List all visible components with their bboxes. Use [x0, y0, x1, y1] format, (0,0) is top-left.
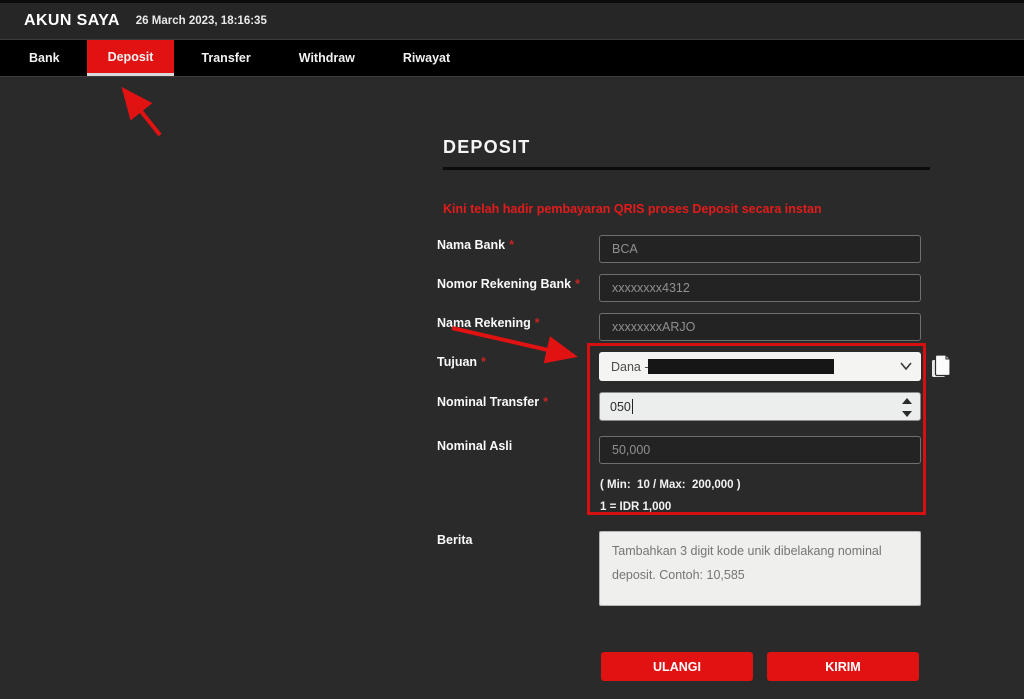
nomor-rekening-label: Nomor Rekening Bank* — [437, 277, 580, 291]
required-mark: * — [543, 395, 548, 409]
nominal-transfer-value: 050 — [610, 400, 631, 414]
main-nav: Bank Deposit Transfer Withdraw Riwayat — [0, 40, 1024, 77]
datetime-display: 26 March 2023, 18:16:35 — [136, 15, 267, 27]
text-cursor — [632, 399, 633, 414]
copy-icon[interactable] — [929, 352, 953, 382]
nomor-rekening-input[interactable] — [599, 274, 921, 302]
nominal-asli-label: Nominal Asli — [437, 439, 512, 453]
tab-withdraw[interactable]: Withdraw — [278, 40, 376, 76]
required-mark: * — [481, 355, 486, 369]
number-stepper[interactable] — [901, 398, 913, 417]
tujuan-select[interactable]: Dana - — [599, 352, 921, 381]
stepper-down-icon[interactable] — [902, 411, 912, 417]
min-max-hint: ( Min: 10 / Max: 200,000 ) — [600, 479, 741, 491]
heading-underline — [443, 167, 930, 170]
nama-rekening-input[interactable] — [599, 313, 921, 341]
chevron-down-icon — [899, 359, 913, 373]
page-title: AKUN SAYA — [24, 12, 120, 30]
stepper-up-icon[interactable] — [902, 398, 912, 404]
tab-deposit[interactable]: Deposit — [87, 40, 175, 76]
rate-hint: 1 = IDR 1,000 — [600, 501, 671, 513]
nominal-transfer-label: Nominal Transfer* — [437, 395, 548, 409]
required-mark: * — [509, 238, 514, 252]
top-bar: AKUN SAYA 26 March 2023, 18:16:35 — [0, 0, 1024, 40]
required-mark: * — [535, 316, 540, 330]
deposit-heading: DEPOSIT — [443, 137, 530, 158]
ulangi-button[interactable]: ULANGI — [601, 652, 753, 681]
nominal-asli-input[interactable] — [599, 436, 921, 464]
tab-bank[interactable]: Bank — [8, 40, 81, 76]
tab-transfer[interactable]: Transfer — [180, 40, 271, 76]
nama-bank-input[interactable] — [599, 235, 921, 263]
nama-bank-label: Nama Bank* — [437, 238, 514, 252]
tujuan-label: Tujuan* — [437, 355, 486, 369]
tab-riwayat[interactable]: Riwayat — [382, 40, 471, 76]
berita-textarea[interactable] — [599, 531, 921, 606]
nama-rekening-label: Nama Rekening* — [437, 316, 540, 330]
kirim-button[interactable]: KIRIM — [767, 652, 919, 681]
qris-notice: Kini telah hadir pembayaran QRIS proses … — [443, 202, 822, 216]
tujuan-selected-value: Dana - — [611, 360, 649, 374]
required-mark: * — [575, 277, 580, 291]
nominal-transfer-input[interactable]: 050 — [599, 392, 921, 421]
deposit-page: AKUN SAYA 26 March 2023, 18:16:35 Bank D… — [0, 0, 1024, 699]
annotation-arrow-deposit-tab — [110, 80, 172, 142]
redaction-bar — [648, 359, 834, 374]
berita-label: Berita — [437, 533, 472, 547]
